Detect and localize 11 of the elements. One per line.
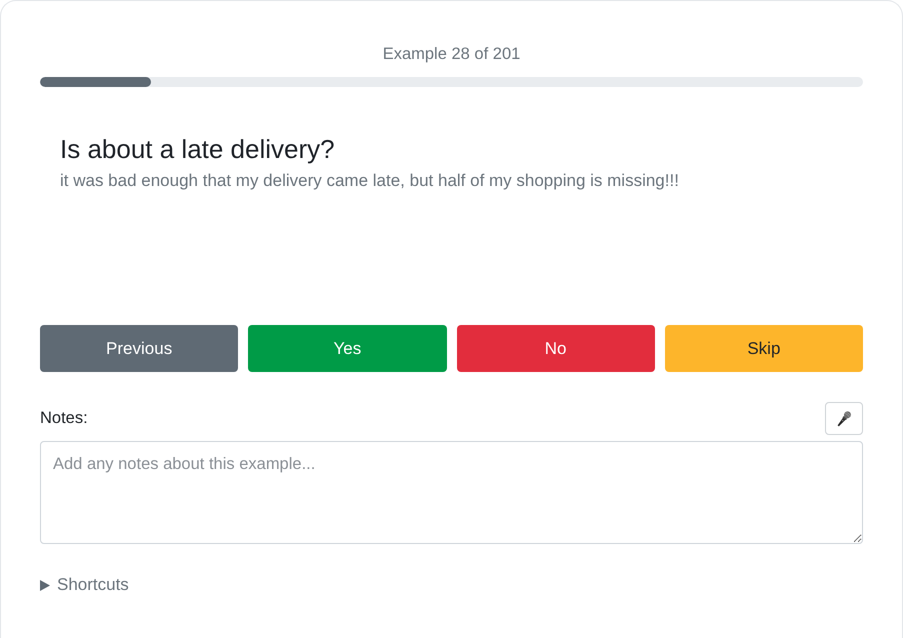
- microphone-button[interactable]: [825, 402, 863, 435]
- no-button[interactable]: No: [456, 325, 655, 372]
- example-text: it was bad enough that my delivery came late, but half of my shopping is missing!!!: [60, 170, 680, 192]
- skip-button[interactable]: Skip: [664, 325, 863, 372]
- notes-field[interactable]: Add any notes about this example...: [40, 441, 863, 544]
- question-title: Is about a late delivery?: [60, 133, 336, 165]
- yes-button[interactable]: Yes: [248, 325, 446, 372]
- shortcuts-toggle[interactable]: Shortcuts: [40, 573, 129, 597]
- progress-label: Example 28 of 201: [382, 44, 522, 65]
- previous-button[interactable]: Previous: [40, 325, 238, 372]
- notes-label: Notes:: [40, 409, 88, 428]
